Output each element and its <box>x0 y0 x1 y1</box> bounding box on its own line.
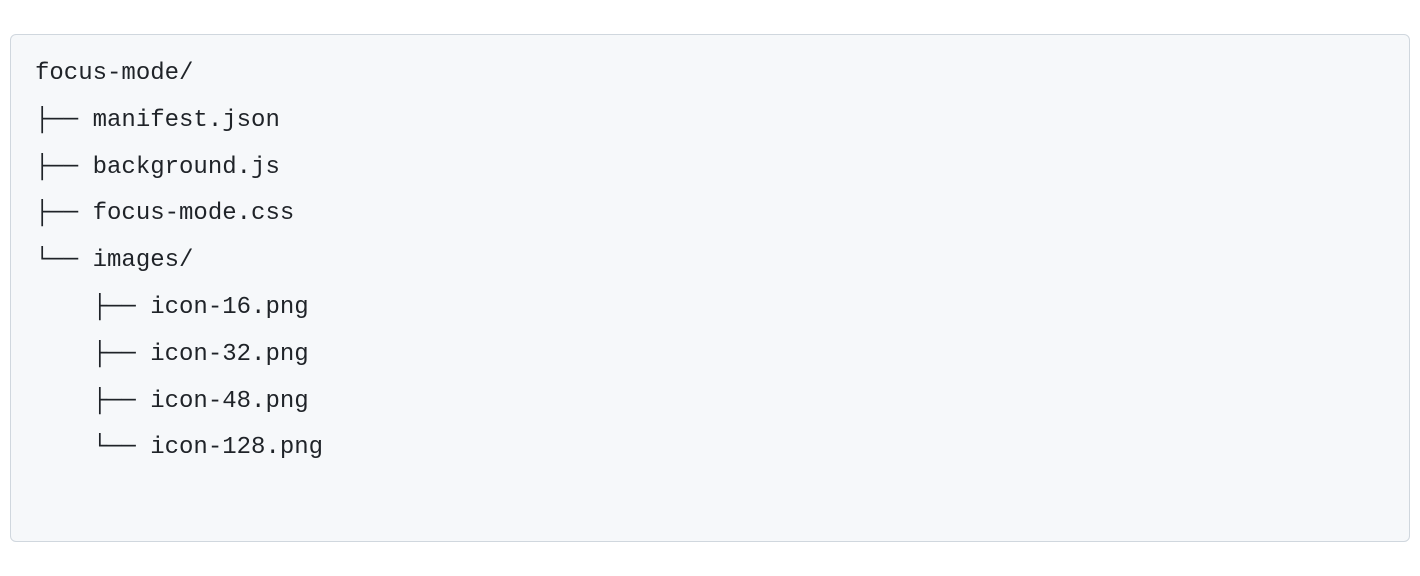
tree-line: ├── focus-mode.css <box>35 200 294 227</box>
tree-line: ├── background.js <box>35 154 280 181</box>
tree-line: ├── manifest.json <box>35 107 280 134</box>
tree-line: ├── icon-16.png <box>35 294 309 321</box>
tree-line: ├── icon-32.png <box>35 341 309 368</box>
file-tree-block: focus-mode/ ├── manifest.json ├── backgr… <box>10 34 1410 542</box>
tree-line: ├── icon-48.png <box>35 388 309 415</box>
tree-line: focus-mode/ <box>35 60 193 87</box>
tree-line: └── icon-128.png <box>35 434 323 461</box>
tree-line: └── images/ <box>35 247 193 274</box>
